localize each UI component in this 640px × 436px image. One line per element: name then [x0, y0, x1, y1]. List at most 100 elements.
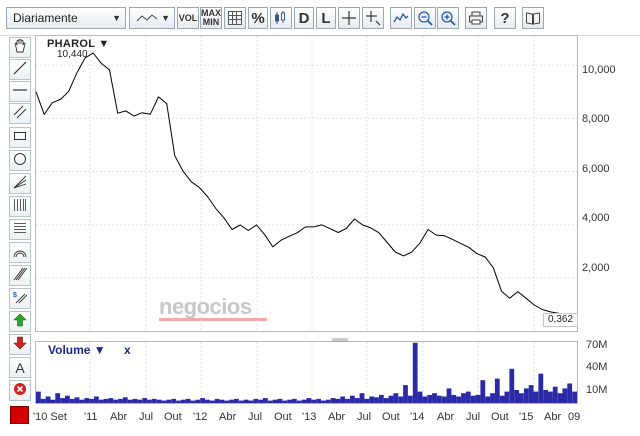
x-tick-label: Jul — [248, 411, 263, 423]
volume-bar — [282, 400, 288, 403]
volume-bar — [142, 398, 148, 403]
volume-bar — [195, 399, 201, 403]
volume-bar — [403, 385, 408, 403]
volume-bar — [340, 396, 346, 403]
volume-bar — [379, 394, 384, 403]
volume-bar — [84, 398, 90, 403]
volume-bar — [65, 395, 70, 403]
volume-bar — [514, 390, 519, 403]
volume-bar — [388, 395, 394, 403]
grid-lines — [36, 36, 577, 403]
volume-indicator-selector[interactable]: Volume ▼ — [48, 343, 106, 357]
volume-bar — [364, 398, 370, 403]
volume-bar — [451, 394, 457, 403]
volume-bar — [393, 393, 399, 403]
volume-bar — [224, 400, 230, 403]
volume-bar — [533, 391, 539, 403]
volume-bar — [369, 396, 375, 403]
volume-bar — [272, 399, 278, 403]
volume-bar — [205, 399, 210, 403]
chart-drawing-layer — [35, 36, 577, 403]
x-tick-label: Jul — [466, 411, 481, 423]
volume-bar — [306, 398, 312, 403]
volume-bar — [234, 398, 239, 403]
volume-bar — [446, 388, 452, 403]
volume-bar — [113, 399, 119, 403]
y-tick-label: 6,000 — [582, 163, 610, 175]
volume-bar — [185, 398, 191, 403]
volume-bar — [190, 400, 196, 403]
volume-bar — [36, 391, 41, 403]
volume-bar — [519, 393, 524, 403]
x-tick-label: Abr — [328, 411, 346, 423]
volume-bar — [572, 391, 577, 403]
volume-bar — [494, 378, 500, 403]
volume-bar — [180, 399, 186, 403]
volume-bar — [69, 398, 75, 403]
volume-bar — [407, 395, 413, 403]
x-tick-label: Jul — [357, 411, 372, 423]
volume-bar — [523, 388, 529, 403]
y-tick-label: 8,000 — [582, 113, 610, 125]
volume-bar — [359, 393, 365, 403]
volume-bar — [156, 399, 162, 403]
volume-bar — [122, 397, 128, 403]
y-tick-label: 10,000 — [582, 64, 616, 76]
volume-bar — [383, 398, 389, 403]
volume-bar — [147, 399, 152, 403]
x-tick-label: Out — [491, 411, 509, 423]
x-tick-label: Abr — [437, 411, 455, 423]
price-series-line — [35, 52, 576, 322]
volume-bar — [292, 398, 297, 403]
volume-bar — [499, 395, 505, 403]
volume-bar — [161, 400, 167, 403]
volume-close-button[interactable]: x — [124, 343, 131, 357]
last-value-badge: 0,362 — [543, 313, 578, 327]
x-tick-label: '15 — [519, 411, 534, 423]
volume-bar — [118, 398, 123, 403]
x-tick-label: Abr — [219, 411, 237, 423]
volume-bar — [562, 388, 568, 403]
volume-bar — [456, 396, 461, 403]
x-tick-label: Jul — [139, 411, 154, 423]
volume-bar — [528, 385, 534, 403]
volume-bar — [151, 398, 157, 403]
volume-bar — [475, 394, 481, 403]
volume-bar — [277, 398, 283, 403]
volume-bar — [200, 398, 205, 403]
volume-bar — [301, 399, 307, 403]
volume-tick-label: 10M — [586, 384, 608, 396]
volume-bar — [50, 399, 56, 403]
x-tick-label: 09 — [568, 411, 581, 423]
volume-bar — [354, 398, 360, 403]
volume-bar — [132, 398, 138, 403]
volume-bar — [171, 398, 177, 403]
volume-bar — [509, 368, 515, 403]
volume-bar — [316, 398, 321, 403]
volume-bar — [287, 399, 292, 403]
volume-bar — [470, 395, 476, 403]
volume-bar — [427, 394, 433, 403]
volume-bar — [108, 398, 114, 403]
x-tick-label: Out — [382, 411, 400, 423]
volume-bar — [296, 400, 302, 403]
x-tick-label: Abr — [110, 411, 128, 423]
y-tick-label: 2,000 — [582, 262, 610, 274]
volume-bar — [98, 399, 104, 403]
volume-bar — [330, 398, 336, 403]
volume-bar — [60, 398, 65, 403]
volume-bar — [490, 393, 495, 403]
volume-bar — [103, 398, 109, 403]
volume-series — [36, 342, 577, 403]
volume-bar — [567, 383, 573, 403]
volume-bar — [538, 373, 544, 403]
volume-bar — [398, 396, 404, 403]
volume-bar — [504, 391, 510, 403]
volume-bar — [412, 342, 418, 403]
volume-tick-label: 70M — [586, 339, 608, 351]
volume-bar — [176, 400, 181, 403]
volume-bar — [166, 399, 172, 403]
volume-bar — [137, 399, 143, 403]
max-value-label: 10,440 — [57, 49, 88, 60]
volume-bar — [548, 391, 553, 403]
